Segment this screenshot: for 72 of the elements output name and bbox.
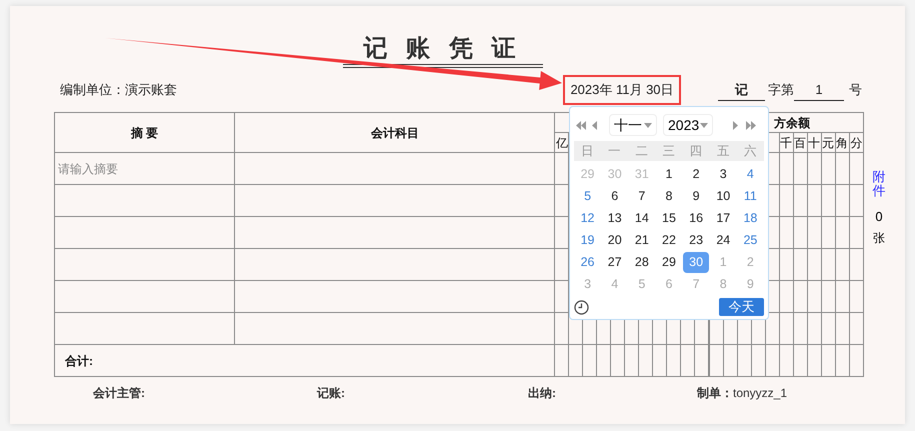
calendar-day[interactable]: 15 — [656, 208, 682, 228]
calendar-day[interactable]: 22 — [656, 230, 682, 250]
calendar-day[interactable]: 4 — [737, 164, 764, 184]
digit-header: 千 — [780, 136, 792, 150]
unit-label: 编制单位：演示账套 — [60, 82, 177, 98]
next-month-icon[interactable] — [733, 120, 738, 130]
digit-header: 元 — [822, 136, 834, 150]
number-suffix: 号 — [849, 81, 862, 100]
calendar-day[interactable]: 18 — [737, 208, 764, 228]
weekday-label: 一 — [607, 142, 622, 160]
column-group-header: 方余额 — [774, 116, 810, 130]
calendar-day[interactable]: 14 — [628, 208, 655, 228]
calendar-day[interactable]: 26 — [574, 252, 601, 272]
calendar-day[interactable]: 9 — [683, 186, 710, 206]
signature-value: tonyyzz_1 — [733, 386, 788, 400]
calendar-day[interactable]: 21 — [628, 230, 655, 250]
summary-input[interactable]: 请输入摘要 — [55, 154, 234, 184]
calendar-day[interactable]: 2 — [683, 164, 710, 184]
caret-icon — [644, 122, 652, 128]
digit-header: 角 — [836, 136, 848, 150]
calendar-day[interactable]: 17 — [710, 208, 736, 228]
calendar-day[interactable]: 1 — [656, 164, 682, 184]
calendar-day[interactable]: 13 — [602, 208, 628, 228]
total-label: 合计: — [65, 354, 93, 368]
weekday-label: 六 — [742, 142, 758, 160]
weekday-label: 三 — [661, 142, 676, 160]
number-field[interactable]: 1 — [794, 80, 844, 100]
weekday-label: 日 — [580, 142, 596, 160]
calendar-day[interactable]: 29 — [656, 252, 682, 272]
weekday-label: 二 — [634, 142, 650, 160]
calendar-day[interactable]: 19 — [574, 230, 601, 250]
calendar-day[interactable]: 12 — [574, 208, 601, 228]
calendar-day[interactable]: 11 — [737, 186, 764, 206]
calendar-day[interactable]: 10 — [710, 186, 736, 206]
calendar-day[interactable]: 16 — [683, 208, 710, 228]
signature-label: 制单： — [697, 386, 733, 400]
attachment-count: 0 — [875, 208, 883, 226]
signature-label: 出纳: — [528, 386, 556, 400]
digit-header: 分 — [850, 136, 862, 150]
calendar-day[interactable]: 6 — [602, 186, 628, 206]
column-header: 摘 要 — [130, 126, 158, 140]
word-label: 字第 — [768, 81, 794, 100]
calendar-day[interactable]: 7 — [628, 186, 655, 206]
caret-icon — [700, 122, 708, 128]
signature-label: 记账: — [317, 386, 345, 400]
attachment-label: 附件 — [872, 170, 886, 199]
calendar-day[interactable]: 8 — [656, 186, 682, 206]
calendar-day[interactable]: 5 — [574, 186, 601, 206]
signature-label: 会计主管: — [93, 386, 145, 400]
today-button[interactable]: 今天 — [719, 298, 764, 316]
weekday-label: 四 — [688, 142, 704, 160]
calendar-day[interactable]: 23 — [683, 230, 710, 250]
calendar-day[interactable]: 20 — [602, 230, 628, 250]
calendar-day[interactable]: 24 — [710, 230, 736, 250]
digit-header: 十 — [808, 136, 820, 150]
digit-header: 亿 — [556, 136, 568, 150]
attachment-unit: 张 — [873, 230, 885, 248]
month-select[interactable]: 十一 — [609, 114, 657, 136]
previous-month-icon[interactable] — [592, 120, 597, 130]
digit-header: 百 — [794, 136, 806, 150]
calendar-day[interactable]: 3 — [710, 164, 736, 184]
calendar-day[interactable]: 25 — [737, 230, 764, 250]
clock-icon[interactable] — [574, 300, 589, 314]
previous-year-icon[interactable] — [576, 120, 586, 130]
voucher-word-field[interactable]: 记 — [718, 80, 765, 100]
calendar-day[interactable]: 27 — [602, 252, 628, 272]
weekday-label: 五 — [716, 142, 731, 160]
date-field[interactable]: 2023年 11月 30日 — [563, 75, 681, 105]
column-header: 会计科目 — [370, 126, 419, 140]
next-year-icon[interactable] — [746, 120, 756, 130]
year-select[interactable]: 2023 — [663, 114, 713, 136]
calendar-day[interactable]: 28 — [628, 252, 655, 272]
